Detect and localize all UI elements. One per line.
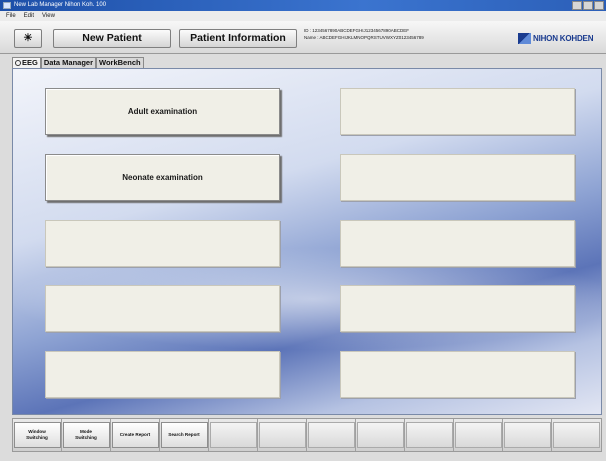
menu-bar: File Edit View [0,11,606,21]
empty-exam-button-left-5[interactable] [45,351,280,398]
empty-exam-button-left-4[interactable] [45,285,280,332]
menu-edit[interactable]: Edit [24,11,34,21]
empty-exam-button-right-5[interactable] [340,351,575,398]
empty-fkey-button[interactable] [454,422,502,448]
fkey-6[interactable] [258,419,307,451]
empty-exam-button-right-3[interactable] [340,220,575,267]
toolbar: ☀ New Patient Patient Information ID : 1… [0,21,606,54]
fkey-3[interactable]: Create Report [111,419,160,451]
tab-strip: EEG Data Manager WorkBench [12,56,602,68]
tab-eeg[interactable]: EEG [12,57,41,68]
empty-exam-button-right-2[interactable] [340,154,575,201]
adult-examination-button[interactable]: Adult examination [45,88,280,135]
eeg-tab-icon [15,60,21,66]
main-panel: Adult examination Neonate examination [12,68,602,415]
fkey-1[interactable]: Window Switching [13,419,62,451]
create-report-button[interactable]: Create Report [111,422,159,448]
window-title: New Lab Manager Nihon Koh. 100 [14,2,107,8]
fkey-7[interactable] [307,419,356,451]
fkey-4[interactable]: Search Report [160,419,209,451]
close-button[interactable] [594,1,604,10]
fkey-10[interactable] [454,419,503,451]
logo-mark-icon [518,32,531,44]
patient-information-button[interactable]: Patient Information [179,29,297,48]
empty-fkey-button[interactable] [209,422,257,448]
fkey-9[interactable] [405,419,454,451]
tab-data-manager[interactable]: Data Manager [40,57,97,68]
company-logo: NIHON KOHDEN [518,31,604,45]
title-bar: New Lab Manager Nihon Koh. 100 [0,0,606,11]
menu-file[interactable]: File [6,11,16,21]
new-patient-button[interactable]: New Patient [53,29,171,48]
patient-id-line: ID : 1234567890ABCDEFGHIJ1234567890ABCDE… [304,28,410,33]
window-switching-button[interactable]: Window Switching [13,422,61,448]
empty-fkey-button[interactable] [307,422,355,448]
empty-exam-button-right-1[interactable] [340,88,575,135]
patient-name-line: Name : ABCDEFGHIJKLMNOPQRSTUVWXYZ0123456… [304,35,424,40]
window-controls [572,1,604,10]
fkey-5[interactable] [209,419,258,451]
fkey-2[interactable]: Mode Switching [62,419,111,451]
empty-fkey-button[interactable] [258,422,306,448]
tab-workbench[interactable]: WorkBench [96,57,144,68]
logo-text: NIHON KOHDEN [533,33,594,43]
empty-fkey-button[interactable] [503,422,551,448]
minimize-button[interactable] [572,1,582,10]
app-icon [3,2,11,9]
empty-fkey-button[interactable] [356,422,404,448]
home-icon: ☀ [23,32,33,44]
empty-exam-button-right-4[interactable] [340,285,575,332]
empty-exam-button-left-3[interactable] [45,220,280,267]
neonate-examination-button[interactable]: Neonate examination [45,154,280,201]
maximize-button[interactable] [583,1,593,10]
menu-view[interactable]: View [42,11,55,21]
tab-eeg-label: EEG [22,58,38,67]
function-key-bar: Window Switching Mode Switching Create R… [12,418,602,452]
fkey-8[interactable] [356,419,405,451]
mode-switching-button[interactable]: Mode Switching [62,422,110,448]
fkey-11[interactable] [503,419,552,451]
fkey-12[interactable] [552,419,601,451]
empty-fkey-button[interactable] [553,422,600,448]
patient-info-display: ID : 1234567890ABCDEFGHIJ1234567890ABCDE… [302,27,507,47]
home-icon-button[interactable]: ☀ [14,29,42,48]
empty-fkey-button[interactable] [405,422,453,448]
search-report-button[interactable]: Search Report [160,422,208,448]
